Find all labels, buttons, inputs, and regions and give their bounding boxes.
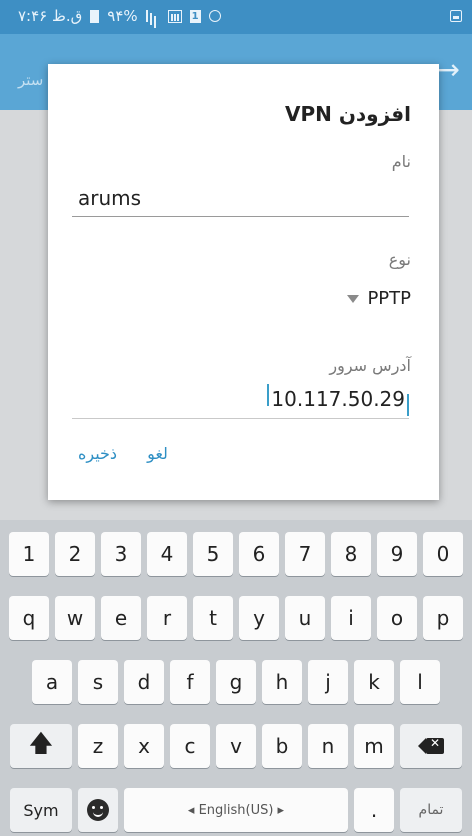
name-label: نام — [391, 152, 411, 171]
key-p[interactable]: p — [423, 596, 463, 640]
key-x[interactable]: x — [124, 724, 164, 768]
alarm-icon — [208, 10, 221, 22]
selection-handle-start[interactable] — [267, 383, 270, 406]
server-address-value: 10.117.50.29 — [271, 387, 405, 411]
keyboard-row-zxcv: 🡅 z x c v b n m ✕ — [0, 724, 472, 768]
type-label: نوع — [388, 250, 411, 269]
battery-percent: ۹۴% — [107, 7, 138, 25]
server-address-label: آدرس سرور — [329, 356, 411, 375]
backspace-icon: ✕ — [418, 736, 444, 754]
shift-arrow-icon: 🡅 — [28, 728, 54, 757]
keyboard-row-asdf: a s d f g h j k l — [0, 660, 472, 704]
key-4[interactable]: 4 — [147, 532, 187, 576]
type-value: PPTP — [367, 288, 411, 309]
emoji-key[interactable] — [78, 788, 118, 832]
status-icons: ق.ظ ۷:۴۶ ۹۴% 1 — [18, 7, 221, 25]
keyboard-row-qwerty: q w e r t y u i o p — [0, 596, 472, 640]
type-dropdown[interactable]: PPTP — [347, 288, 411, 309]
key-a[interactable]: a — [32, 660, 72, 704]
sym-key[interactable]: Sym — [10, 788, 72, 832]
keyboard-number-row: 1 2 3 4 5 6 7 8 9 0 — [0, 532, 472, 576]
key-3[interactable]: 3 — [101, 532, 141, 576]
key-n[interactable]: n — [308, 724, 348, 768]
cancel-button[interactable]: لغو — [147, 444, 168, 463]
key-q[interactable]: q — [9, 596, 49, 640]
status-time: ق.ظ ۷:۴۶ — [18, 7, 83, 25]
key-b[interactable]: b — [262, 724, 302, 768]
key-o[interactable]: o — [377, 596, 417, 640]
key-i[interactable]: i — [331, 596, 371, 640]
server-address-input[interactable]: 10.117.50.29 — [72, 380, 409, 419]
dropdown-arrow-icon — [347, 294, 360, 303]
back-arrow-icon[interactable]: → — [437, 56, 460, 84]
key-7[interactable]: 7 — [285, 532, 325, 576]
dialog-actions: ذخیره لغو — [78, 444, 168, 463]
period-key[interactable]: . — [354, 788, 394, 832]
key-6[interactable]: 6 — [239, 532, 279, 576]
key-f[interactable]: f — [170, 660, 210, 704]
key-m[interactable]: m — [354, 724, 394, 768]
status-bar: ق.ظ ۷:۴۶ ۹۴% 1 — [0, 0, 472, 34]
key-t[interactable]: t — [193, 596, 233, 640]
key-l[interactable]: l — [400, 660, 440, 704]
key-k[interactable]: k — [354, 660, 394, 704]
key-z[interactable]: z — [78, 724, 118, 768]
key-8[interactable]: 8 — [331, 532, 371, 576]
screenshot-icon — [450, 10, 462, 22]
app-bar-title: ستر — [18, 71, 44, 89]
battery-icon — [90, 9, 100, 23]
name-input[interactable]: arums — [72, 180, 409, 217]
signal-bars-icon — [145, 10, 160, 22]
key-h[interactable]: h — [262, 660, 302, 704]
key-2[interactable]: 2 — [55, 532, 95, 576]
save-button[interactable]: ذخیره — [78, 444, 117, 463]
space-key[interactable]: ◂ English(US) ▸ — [124, 788, 348, 832]
key-y[interactable]: y — [239, 596, 279, 640]
key-e[interactable]: e — [101, 596, 141, 640]
key-1[interactable]: 1 — [9, 532, 49, 576]
dialog-title: افزودن VPN — [285, 102, 411, 126]
backspace-key[interactable]: ✕ — [400, 724, 462, 768]
key-r[interactable]: r — [147, 596, 187, 640]
shift-key[interactable]: 🡅 — [10, 724, 72, 768]
keyboard-bottom-row: Sym ◂ English(US) ▸ . تمام — [0, 788, 472, 832]
on-screen-keyboard: 1 2 3 4 5 6 7 8 9 0 q w e r t y u i o p … — [0, 520, 472, 836]
done-key[interactable]: تمام — [400, 788, 462, 832]
key-j[interactable]: j — [308, 660, 348, 704]
key-9[interactable]: 9 — [377, 532, 417, 576]
key-5[interactable]: 5 — [193, 532, 233, 576]
key-u[interactable]: u — [285, 596, 325, 640]
add-vpn-dialog: افزودن VPN نام arums نوع PPTP آدرس سرور … — [48, 64, 439, 500]
sim-icon: 1 — [189, 9, 201, 23]
key-s[interactable]: s — [78, 660, 118, 704]
key-0[interactable]: 0 — [423, 532, 463, 576]
key-w[interactable]: w — [55, 596, 95, 640]
key-v[interactable]: v — [216, 724, 256, 768]
key-d[interactable]: d — [124, 660, 164, 704]
emoji-icon — [87, 799, 109, 821]
key-g[interactable]: g — [216, 660, 256, 704]
key-c[interactable]: c — [170, 724, 210, 768]
data-signal-icon — [167, 9, 182, 23]
selection-handle-end[interactable] — [407, 393, 409, 416]
